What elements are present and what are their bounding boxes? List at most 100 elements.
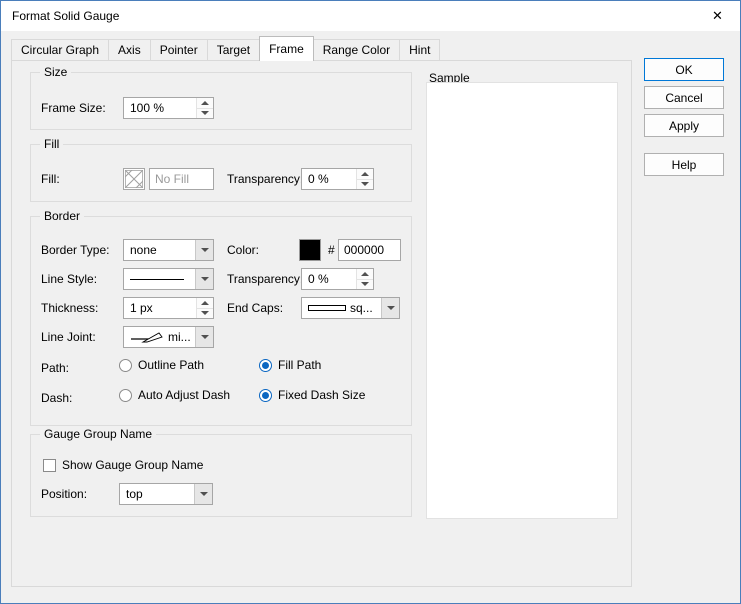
position-label: Position: xyxy=(41,487,87,501)
radio-auto-adjust-dash[interactable]: Auto Adjust Dash xyxy=(119,388,230,402)
line-style-label: Line Style: xyxy=(41,272,97,286)
border-transparency-label: Transparency: xyxy=(227,272,303,286)
radio-fixed-dash-size-label: Fixed Dash Size xyxy=(278,388,365,402)
thickness-input[interactable] xyxy=(124,298,196,318)
border-transparency-input[interactable] xyxy=(302,269,356,289)
line-joint-value-wrap: mi... xyxy=(124,327,195,347)
spin-up-icon xyxy=(361,172,369,176)
line-style-preview xyxy=(130,279,184,280)
arrow-glyph xyxy=(387,306,395,310)
dropdown-arrow-icon xyxy=(195,327,213,347)
tab-axis[interactable]: Axis xyxy=(108,39,151,60)
fill-transparency-spin-buttons xyxy=(356,169,373,189)
end-caps-value: sq... xyxy=(350,301,373,315)
arrow-glyph xyxy=(201,248,209,252)
tab-frame[interactable]: Frame xyxy=(259,36,314,61)
radio-outline-path-label: Outline Path xyxy=(138,358,204,372)
tab-hint[interactable]: Hint xyxy=(399,39,440,60)
position-select[interactable]: top xyxy=(119,483,213,505)
line-joint-label: Line Joint: xyxy=(41,330,96,344)
radio-fixed-dash-size-circle xyxy=(259,389,272,402)
help-button[interactable]: Help xyxy=(644,153,724,176)
border-type-value: none xyxy=(124,240,195,260)
no-fill-hatch-icon xyxy=(125,170,143,188)
gauge-group-name-group: Gauge Group Name Show Gauge Group Name P… xyxy=(30,434,412,517)
tab-bar: Circular Graph Axis Pointer Target Frame… xyxy=(11,37,440,60)
frame-size-spin-down[interactable] xyxy=(197,109,213,119)
radio-outline-path[interactable]: Outline Path xyxy=(119,358,204,372)
radio-auto-adjust-dash-circle xyxy=(119,389,132,402)
fill-group: Fill Fill: Transparency: xyxy=(30,144,412,202)
tab-pointer[interactable]: Pointer xyxy=(150,39,208,60)
dropdown-arrow-icon xyxy=(194,484,212,504)
border-group: Border Border Type: none Color: # Line S… xyxy=(30,216,412,426)
radio-fill-path-circle xyxy=(259,359,272,372)
arrow-glyph xyxy=(200,492,208,496)
tab-target[interactable]: Target xyxy=(207,39,260,60)
arrow-glyph xyxy=(201,335,209,339)
line-joint-select[interactable]: mi... xyxy=(123,326,214,348)
size-group-title: Size xyxy=(40,65,71,79)
size-group: Size Frame Size: xyxy=(30,72,412,130)
sample-preview xyxy=(426,82,618,519)
line-style-value xyxy=(124,269,195,289)
spin-up-icon xyxy=(201,301,209,305)
line-style-select[interactable] xyxy=(123,268,214,290)
show-gauge-group-name-label: Show Gauge Group Name xyxy=(62,458,203,472)
fill-transparency-spinner xyxy=(301,168,374,190)
thickness-label: Thickness: xyxy=(41,301,98,315)
line-joint-preview xyxy=(130,331,164,343)
frame-size-spin-buttons xyxy=(196,98,213,118)
cancel-button[interactable]: Cancel xyxy=(644,86,724,109)
dash-label: Dash: xyxy=(41,391,72,405)
border-transparency-spin-up[interactable] xyxy=(357,269,373,280)
spin-down-icon xyxy=(361,282,369,286)
radio-fill-path[interactable]: Fill Path xyxy=(259,358,321,372)
end-cap-preview xyxy=(308,305,346,311)
format-solid-gauge-dialog: Format Solid Gauge ✕ Circular Graph Axis… xyxy=(0,0,741,604)
border-type-label: Border Type: xyxy=(41,243,109,257)
tab-range-color[interactable]: Range Color xyxy=(313,39,400,60)
thickness-spin-down[interactable] xyxy=(197,309,213,319)
border-group-title: Border xyxy=(40,209,84,223)
frame-size-input[interactable] xyxy=(124,98,196,118)
dropdown-arrow-icon xyxy=(195,269,213,289)
spin-down-icon xyxy=(201,111,209,115)
spin-down-icon xyxy=(361,182,369,186)
close-icon: ✕ xyxy=(712,8,723,24)
window-title: Format Solid Gauge xyxy=(12,9,119,23)
thickness-spin-buttons xyxy=(196,298,213,318)
border-transparency-spin-down[interactable] xyxy=(357,280,373,290)
frame-tab-panel: Size Frame Size: Fill Fill: Transpar xyxy=(11,60,632,587)
checkbox-box xyxy=(43,459,56,472)
border-transparency-spinner xyxy=(301,268,374,290)
end-caps-value-wrap: sq... xyxy=(302,298,381,318)
thickness-spin-up[interactable] xyxy=(197,298,213,309)
titlebar: Format Solid Gauge ✕ xyxy=(1,1,740,31)
end-caps-select[interactable]: sq... xyxy=(301,297,400,319)
fill-pattern-button[interactable] xyxy=(123,168,145,190)
gauge-group-name-title: Gauge Group Name xyxy=(40,427,156,441)
fill-transparency-spin-down[interactable] xyxy=(357,180,373,190)
border-color-swatch[interactable] xyxy=(299,239,321,261)
fill-transparency-label: Transparency: xyxy=(227,172,303,186)
tab-circular-graph[interactable]: Circular Graph xyxy=(11,39,109,60)
border-color-label: Color: xyxy=(227,243,259,257)
spin-up-icon xyxy=(201,101,209,105)
fill-label: Fill: xyxy=(41,172,60,186)
radio-fixed-dash-size[interactable]: Fixed Dash Size xyxy=(259,388,365,402)
border-type-select[interactable]: none xyxy=(123,239,214,261)
show-gauge-group-name-checkbox[interactable]: Show Gauge Group Name xyxy=(43,458,203,472)
dropdown-arrow-icon xyxy=(381,298,399,318)
fill-value-field[interactable] xyxy=(149,168,214,190)
apply-button[interactable]: Apply xyxy=(644,114,724,137)
close-button[interactable]: ✕ xyxy=(695,1,740,30)
radio-fill-path-label: Fill Path xyxy=(278,358,321,372)
fill-transparency-spin-up[interactable] xyxy=(357,169,373,180)
arrow-glyph xyxy=(201,277,209,281)
fill-transparency-input[interactable] xyxy=(302,169,356,189)
ok-button[interactable]: OK xyxy=(644,58,724,81)
frame-size-spin-up[interactable] xyxy=(197,98,213,109)
border-color-hex-field[interactable] xyxy=(338,239,401,261)
frame-size-label: Frame Size: xyxy=(41,101,106,115)
